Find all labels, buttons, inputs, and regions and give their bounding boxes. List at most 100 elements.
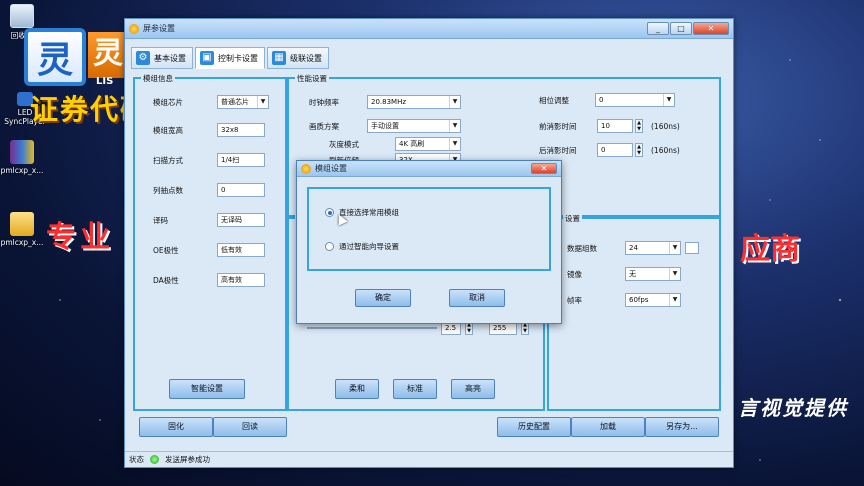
app-icon (129, 23, 139, 34)
archive-icon (10, 140, 34, 164)
status-message: 发送屏参成功 (165, 455, 210, 464)
standard-preset-button[interactable]: 标准 (393, 379, 437, 399)
minimize-button[interactable]: _ (647, 22, 669, 35)
back-blanking-field[interactable]: 0 (597, 143, 633, 157)
back-blanking-label: 后消影时间 (539, 145, 577, 155)
da-polarity-label: DA极性 (153, 275, 179, 285)
frame-rate-label: 帧率 (567, 295, 582, 305)
module-size-label: 模组宽高 (153, 125, 183, 135)
mirror-select[interactable]: 无 ▼ (625, 267, 681, 281)
company-logo: 灵 (24, 28, 86, 86)
bright-preset-button[interactable]: 高亮 (451, 379, 495, 399)
logo-accent: 灵 (88, 32, 128, 78)
chevron-down-icon: ▼ (669, 294, 680, 306)
oe-polarity-field[interactable]: 低有效 (217, 243, 265, 257)
chevron-down-icon: ▼ (449, 96, 460, 108)
oe-polarity-label: OE极性 (153, 245, 179, 255)
tab-cascade-settings[interactable]: ▦ 级联设置 (267, 47, 329, 69)
performance-title: 性能设置 (295, 73, 329, 84)
chevron-down-icon: ▼ (669, 268, 680, 280)
dialog-cancel-button[interactable]: 取消 (449, 289, 505, 307)
module-chip-label: 模组芯片 (153, 97, 183, 107)
scan-mode-field[interactable]: 1/4扫 (217, 153, 265, 167)
desktop-icon-archive[interactable]: pmlcxp_x... (0, 140, 44, 175)
front-blanking-label: 前消影时间 (539, 121, 577, 131)
quality-scheme-label: 画质方案 (309, 121, 339, 131)
module-size-field[interactable]: 32x8 (217, 123, 265, 137)
dialog-titlebar[interactable]: 模组设置 ✕ (297, 161, 561, 177)
mirror-label: 镜像 (567, 269, 582, 279)
tab-bar: ⚙ 基本设置 ▣ 控制卡设置 ▦ 级联设置 (131, 47, 329, 69)
module-info-panel: 模组信息 模组芯片 普通芯片 ▼ 模组宽高 32x8 扫描方式 1/4扫 列抽点… (133, 73, 287, 411)
dialog-close-button[interactable]: ✕ (531, 163, 557, 174)
front-blanking-unit: (160ns) (651, 121, 680, 131)
option-smart-wizard-label: 通过智能向导设置 (339, 242, 399, 251)
tab-basic-settings[interactable]: ⚙ 基本设置 (131, 47, 193, 69)
tab-control-card-settings[interactable]: ▣ 控制卡设置 (195, 47, 265, 69)
soft-preset-button[interactable]: 柔和 (335, 379, 379, 399)
quality-scheme-select[interactable]: 手动设置 ▼ (367, 119, 461, 133)
save-as-button[interactable]: 另存为... (645, 417, 719, 437)
smart-settings-button[interactable]: 智能设置 (169, 379, 245, 399)
folder-icon (10, 212, 34, 236)
back-blanking-stepper[interactable]: ▲ ▼ (635, 143, 643, 157)
ad-banner-text: 言视觉提供 (738, 396, 848, 420)
readback-button[interactable]: 回读 (213, 417, 287, 437)
chevron-down-icon: ▼ (449, 138, 460, 150)
card-icon: ▣ (200, 51, 214, 65)
option-smart-wizard[interactable]: 通过智能向导设置 (325, 241, 399, 252)
gray-mode-select[interactable]: 4K 高刷 ▼ (395, 137, 461, 151)
dialog-options-group: 直接选择常用模组 通过智能向导设置 (307, 187, 551, 271)
gear-icon: ⚙ (136, 51, 150, 65)
scan-mode-label: 扫描方式 (153, 155, 183, 165)
recycle-bin-icon (10, 4, 34, 28)
desktop-icon-folder[interactable]: pmlcxp_x... (0, 212, 44, 247)
history-config-button[interactable]: 历史配置 (497, 417, 571, 437)
dialog-title: 模组设置 (315, 164, 347, 173)
window-titlebar[interactable]: 屏参设置 _ □ ✕ (125, 19, 733, 39)
chevron-down-icon: ▼ (449, 120, 460, 132)
data-groups-label: 数据组数 (567, 243, 597, 253)
success-status-icon (150, 455, 159, 464)
window-title: 屏参设置 (143, 24, 175, 33)
module-chip-select[interactable]: 普通芯片 ▼ (217, 95, 269, 109)
other-settings-panel: 设置 数据组数 24 ▼ 镜像 无 ▼ 帧率 60fps ▼ (547, 213, 721, 411)
gamma-slider[interactable] (307, 327, 437, 329)
chevron-down-icon: ▼ (663, 94, 674, 106)
logo-subtext: LIS (96, 76, 114, 87)
maximize-button[interactable]: □ (670, 22, 692, 35)
grid-icon: ▦ (272, 51, 286, 65)
load-button[interactable]: 加载 (571, 417, 645, 437)
data-groups-preview-icon[interactable] (685, 242, 699, 254)
back-blanking-unit: (160ns) (651, 145, 680, 155)
dialog-ok-button[interactable]: 确定 (355, 289, 411, 307)
phase-adjust-label: 相位调整 (539, 95, 569, 105)
ad-banner-text: 应商 (740, 232, 800, 267)
other-settings-title: 设置 (563, 213, 582, 224)
radio-selected-icon[interactable] (325, 208, 334, 217)
module-info-title: 模组信息 (141, 73, 175, 84)
app-icon (301, 163, 311, 174)
status-bar: 状态 发送屏参成功 (125, 451, 733, 467)
ad-banner-text: 专业 (46, 220, 114, 255)
da-polarity-field[interactable]: 高有效 (217, 273, 265, 287)
front-blanking-stepper[interactable]: ▲ ▼ (635, 119, 643, 133)
frame-rate-select[interactable]: 60fps ▼ (625, 293, 681, 307)
column-skip-field[interactable]: 0 (217, 183, 265, 197)
phase-adjust-select[interactable]: 0 ▼ (595, 93, 675, 107)
column-skip-label: 列抽点数 (153, 185, 183, 195)
data-groups-select[interactable]: 24 ▼ (625, 241, 681, 255)
module-settings-dialog: 模组设置 ✕ 直接选择常用模组 通过智能向导设置 确定 取消 (296, 160, 562, 324)
radio-unselected-icon[interactable] (325, 242, 334, 251)
status-label: 状态 (129, 455, 144, 464)
chevron-down-icon: ▼ (669, 242, 680, 254)
solidify-button[interactable]: 固化 (139, 417, 213, 437)
chevron-down-icon: ▼ (257, 96, 268, 108)
option-direct-select-label: 直接选择常用模组 (339, 208, 399, 217)
decoder-label: 译码 (153, 215, 168, 225)
close-button[interactable]: ✕ (693, 22, 729, 35)
clock-frequency-label: 时钟频率 (309, 97, 339, 107)
front-blanking-field[interactable]: 10 (597, 119, 633, 133)
decoder-field[interactable]: 无译码 (217, 213, 265, 227)
clock-frequency-select[interactable]: 20.83MHz ▼ (367, 95, 461, 109)
